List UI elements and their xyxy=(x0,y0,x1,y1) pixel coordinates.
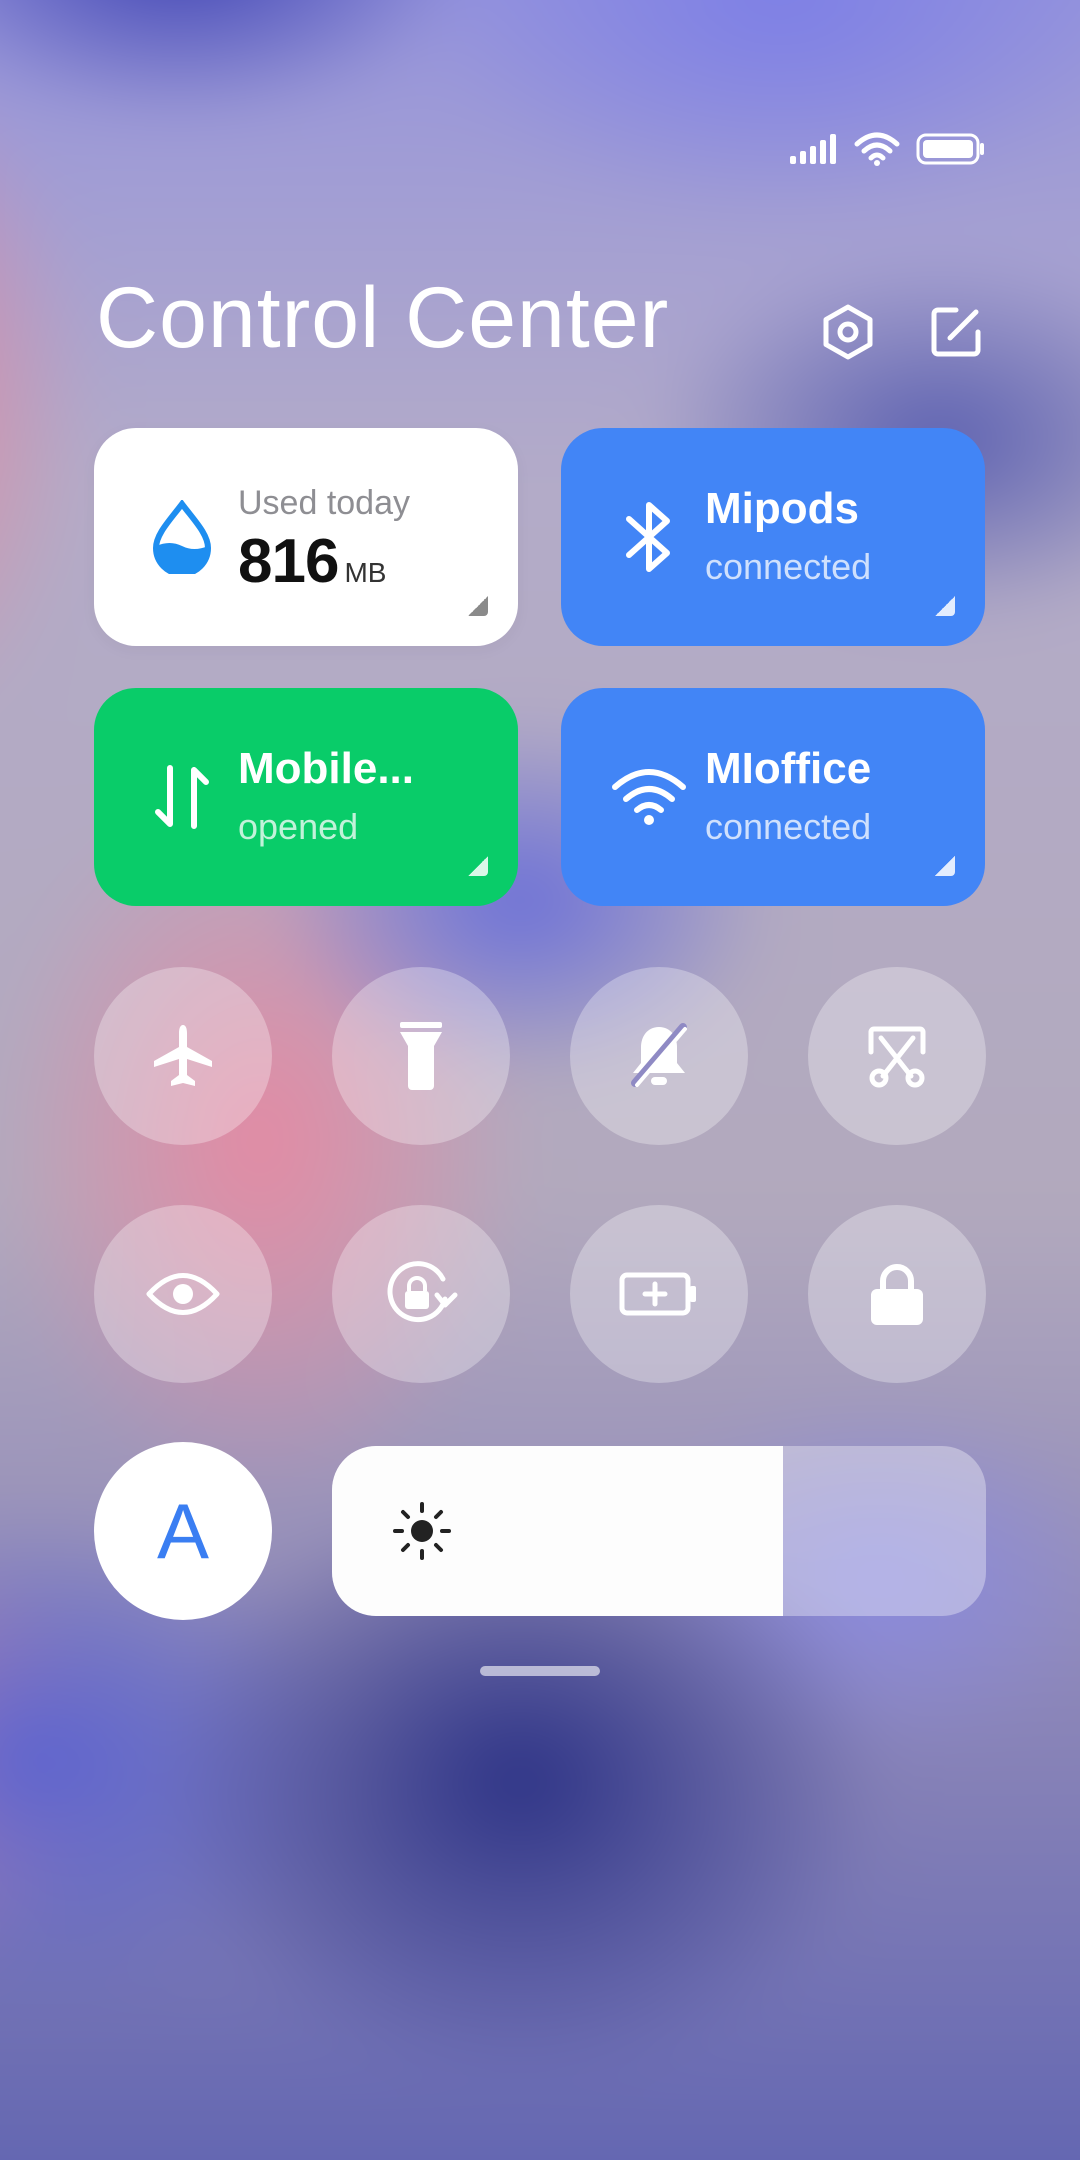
bluetooth-icon xyxy=(609,497,689,577)
rotation-lock-toggle[interactable] xyxy=(332,1205,510,1383)
signal-icon xyxy=(788,134,838,169)
reading-mode-toggle[interactable] xyxy=(94,1205,272,1383)
wifi-status: connected xyxy=(705,806,872,847)
rotation-lock-icon xyxy=(387,1261,458,1323)
mobile-data-name: Mobile... xyxy=(238,744,414,793)
settings-icon xyxy=(823,304,873,360)
screenshot-toggle[interactable] xyxy=(808,967,986,1145)
mobile-data-tile[interactable]: Mobile... opened xyxy=(94,688,518,906)
edit-icon xyxy=(931,307,981,357)
data-usage-number: 816 xyxy=(238,527,339,596)
mute-toggle[interactable] xyxy=(570,967,748,1145)
brightness-slider[interactable] xyxy=(332,1446,986,1616)
mobile-data-status: opened xyxy=(238,806,359,847)
lock-screen-toggle[interactable] xyxy=(808,1205,986,1383)
expand-corner-icon xyxy=(935,596,955,616)
data-usage-value: 816 MB xyxy=(238,526,386,597)
data-usage-tile[interactable]: Used today 816 MB xyxy=(94,428,518,646)
battery-icon xyxy=(916,133,986,170)
airplane-mode-toggle[interactable] xyxy=(94,967,272,1145)
settings-button[interactable] xyxy=(816,300,880,364)
mobile-data-icon xyxy=(142,757,222,837)
data-usage-unit: MB xyxy=(344,557,387,588)
mute-icon xyxy=(631,1023,687,1087)
water-drop-icon xyxy=(142,497,222,577)
bluetooth-tile[interactable]: Mipods connected xyxy=(561,428,985,646)
expand-corner-icon xyxy=(935,856,955,876)
wifi-tile[interactable]: MIoffice connected xyxy=(561,688,985,906)
airplane-icon xyxy=(154,1025,212,1086)
expand-corner-icon xyxy=(468,856,488,876)
screenshot-icon xyxy=(868,1026,926,1088)
battery-saver-toggle[interactable] xyxy=(570,1205,748,1383)
brightness-icon xyxy=(393,1502,451,1560)
bluetooth-device-name: Mipods xyxy=(705,484,859,533)
auto-brightness-button[interactable]: A xyxy=(94,1442,272,1620)
bluetooth-status: connected xyxy=(705,546,872,587)
auto-brightness-label: A xyxy=(156,1486,210,1575)
battery-saver-icon xyxy=(619,1272,696,1316)
status-bar xyxy=(788,132,986,171)
wifi-network-name: MIoffice xyxy=(705,744,872,793)
reading-mode-icon xyxy=(146,1273,220,1315)
drag-handle[interactable] xyxy=(480,1666,600,1676)
wifi-status-icon xyxy=(854,132,900,171)
lock-icon xyxy=(871,1264,923,1325)
flashlight-icon xyxy=(400,1022,442,1090)
page-title: Control Center xyxy=(96,270,670,366)
wifi-icon xyxy=(609,757,689,837)
edit-button[interactable] xyxy=(924,300,988,364)
data-usage-label: Used today xyxy=(238,484,410,522)
flashlight-toggle[interactable] xyxy=(332,967,510,1145)
expand-corner-icon xyxy=(468,596,488,616)
